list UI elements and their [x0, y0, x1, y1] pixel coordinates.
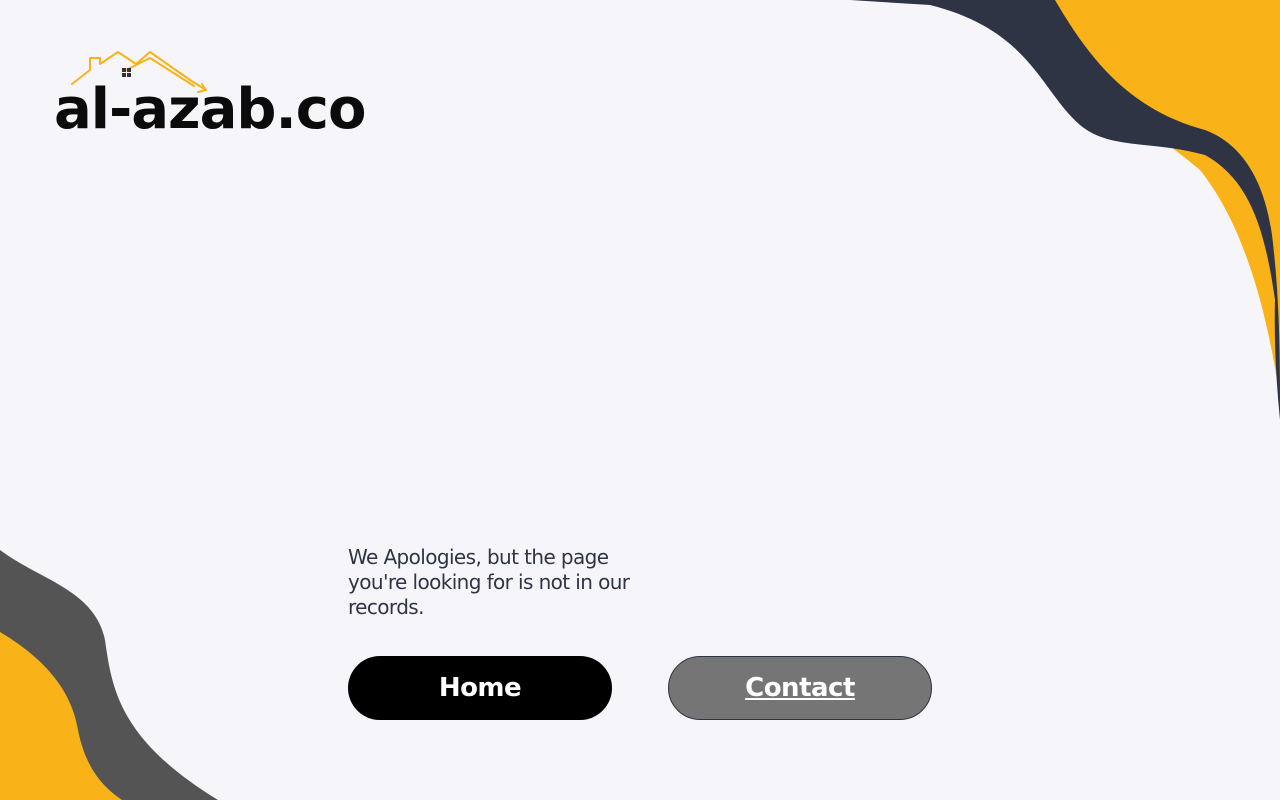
contact-button[interactable]: Contact: [668, 656, 932, 720]
error-page: al-azab.co We Apologies, but the page yo…: [0, 0, 1280, 800]
site-logo[interactable]: al-azab.co: [52, 48, 412, 148]
logo-wordmark: al-azab.co: [54, 77, 366, 142]
home-button[interactable]: Home: [348, 656, 612, 720]
error-message: We Apologies, but the page you're lookin…: [348, 545, 630, 619]
